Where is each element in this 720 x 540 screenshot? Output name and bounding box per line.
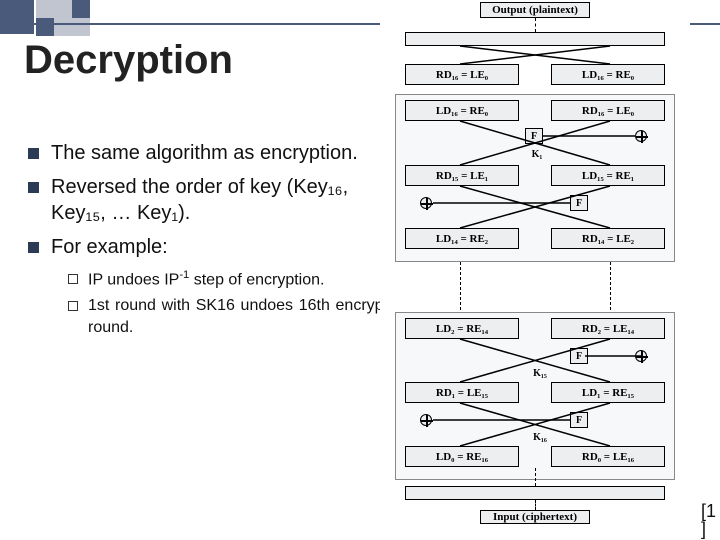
- decryption-diagram: Output (plaintext) RD₁₆ = LE₀ LD₁₆ = RE₀…: [380, 0, 690, 522]
- page-title: Decryption: [24, 38, 233, 83]
- box: LD₁ = RE₁₅: [551, 382, 665, 403]
- box: RD₁₄ = LE₂: [551, 228, 665, 249]
- input-bar: [405, 486, 665, 500]
- bullet-text: Reversed the order of key (Key₁₆, Key₁₅,…: [51, 174, 388, 226]
- input-label: Input (ciphertext): [480, 510, 590, 524]
- box-rd16: RD₁₆ = LE₀: [405, 64, 519, 85]
- bullet-text: The same algorithm as encryption.: [51, 140, 358, 166]
- bullet-icon: [28, 148, 39, 159]
- box: RD₁₅ = LE₁: [405, 165, 519, 186]
- box: LD₁₅ = RE₁: [551, 165, 665, 186]
- sub-bullet-icon: [68, 301, 78, 311]
- bullet-text: For example:: [51, 234, 168, 260]
- sub-bullet-text: IP undoes IP-1 step of encryption.: [88, 268, 324, 291]
- sub-bullet-list: IP undoes IP-1 step of encryption. 1st r…: [68, 268, 388, 338]
- box: LD₁₆ = RE₀: [405, 100, 519, 121]
- box: RD₁ = LE₁₅: [405, 382, 519, 403]
- bullet-icon: [28, 242, 39, 253]
- box: LD₁₄ = RE₂: [405, 228, 519, 249]
- output-bar: [405, 32, 665, 46]
- box: RD₀ = LE₁₆: [551, 446, 665, 467]
- bullet-icon: [28, 182, 39, 193]
- box: RD₁₆ = LE₀: [551, 100, 665, 121]
- box: LD₀ = RE₁₆: [405, 446, 519, 467]
- sub-bullet-icon: [68, 274, 78, 284]
- slide-decoration: [0, 0, 90, 36]
- bullet-list: The same algorithm as encryption. Revers…: [28, 140, 388, 342]
- box: LD₂ = RE₁₄: [405, 318, 519, 339]
- sub-bullet-text: 1st round with SK16 undoes 16th encrypt …: [88, 295, 388, 338]
- box-ld16: LD₁₆ = RE₀: [551, 64, 665, 85]
- citation: [1]: [701, 502, 716, 538]
- output-label: Output (plaintext): [480, 2, 590, 18]
- box: RD₂ = LE₁₄: [551, 318, 665, 339]
